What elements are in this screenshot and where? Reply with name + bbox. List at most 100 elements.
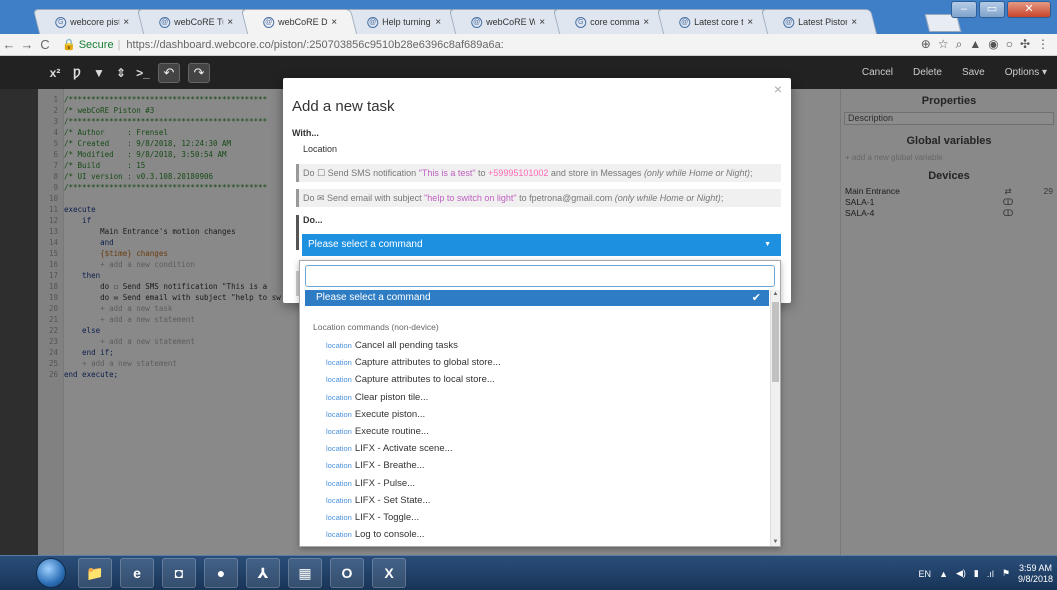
excel-icon[interactable]: X bbox=[372, 558, 406, 588]
scroll-down-icon[interactable]: ▼ bbox=[771, 539, 780, 545]
undo-button[interactable]: ↶ bbox=[158, 62, 180, 83]
command-option[interactable]: location Execute routine... bbox=[326, 423, 766, 440]
cancel-button[interactable]: Cancel bbox=[852, 67, 903, 78]
window-app-icon[interactable]: ▦ bbox=[288, 558, 322, 588]
tab-close-icon[interactable]: × bbox=[539, 17, 545, 28]
option-label: LIFX - Activate scene... bbox=[354, 443, 453, 455]
office-icon[interactable]: ◘ bbox=[162, 558, 196, 588]
command-option[interactable]: location LIFX - Activate scene... bbox=[326, 440, 766, 457]
forward-arrow-icon[interactable]: → bbox=[18, 37, 36, 52]
command-option[interactable]: location Cancel all pending tasks bbox=[326, 337, 766, 354]
location-icon[interactable]: ⊕ bbox=[921, 37, 931, 52]
tab-close-icon[interactable]: × bbox=[123, 17, 129, 28]
signal-icon[interactable]: .ıl bbox=[987, 569, 994, 579]
acrobat-icon[interactable]: ⅄ bbox=[246, 558, 280, 588]
console-button[interactable]: >_ bbox=[136, 66, 150, 80]
tab-strip: Gwebcore piston temp×@webCoRE Tutorial H… bbox=[32, 9, 878, 34]
filter-button[interactable]: ▼ bbox=[92, 66, 106, 80]
command-option[interactable]: location Capture attributes to local stor… bbox=[326, 371, 766, 388]
tab-close-icon[interactable]: × bbox=[851, 17, 857, 28]
location-tag: location bbox=[326, 375, 352, 385]
command-option[interactable]: location Log to console... bbox=[326, 526, 766, 543]
back-arrow-icon[interactable]: ← bbox=[0, 37, 18, 52]
outlook-icon[interactable]: O bbox=[330, 558, 364, 588]
options-button[interactable]: Options ▾ bbox=[995, 67, 1057, 78]
modal-title: Add a new task bbox=[292, 98, 395, 115]
dropdown-scrollbar[interactable]: ▲ ▼ bbox=[770, 290, 780, 546]
extension-ring-icon[interactable]: ○ bbox=[1006, 37, 1013, 52]
browser-tab[interactable]: @ webCoRE Dashboard × bbox=[240, 9, 358, 34]
scroll-up-icon[interactable]: ▲ bbox=[771, 291, 780, 297]
tab-close-icon[interactable]: × bbox=[331, 17, 337, 28]
location-tag: location bbox=[326, 478, 352, 488]
extension-puzzle-icon[interactable]: ✣ bbox=[1020, 37, 1030, 52]
extension-circle-icon[interactable]: ◉ bbox=[988, 37, 998, 52]
close-window-button[interactable]: ✕ bbox=[1007, 1, 1051, 18]
command-option[interactable]: location LIFX - Breathe... bbox=[326, 457, 766, 474]
chrome-icon[interactable]: ● bbox=[204, 558, 238, 588]
clock[interactable]: 3:59 AM 9/8/2018 bbox=[1018, 563, 1053, 585]
battery-icon[interactable]: ▮ bbox=[974, 568, 979, 579]
command-option[interactable]: location LIFX - Set State... bbox=[326, 492, 766, 509]
location-tag: location bbox=[326, 392, 352, 402]
tab-close-icon[interactable]: × bbox=[747, 17, 753, 28]
location-tag: location bbox=[326, 409, 352, 419]
internet-explorer-icon[interactable]: e bbox=[120, 558, 154, 588]
option-label: Capture attributes to local store... bbox=[354, 374, 495, 386]
option-label: Cancel all pending tasks bbox=[354, 340, 458, 351]
maximize-button[interactable]: ▭ bbox=[979, 1, 1005, 18]
command-option[interactable]: location LIFX - Toggle... bbox=[326, 509, 766, 526]
checkmark-icon: ✔ bbox=[751, 292, 761, 304]
browser-tab[interactable]: Gcore commands × bbox=[552, 9, 670, 34]
language-indicator[interactable]: EN bbox=[919, 569, 932, 579]
option-label: Execute piston... bbox=[354, 408, 426, 420]
location-tag: location bbox=[326, 444, 352, 454]
toolbar-left: x² Ƿ ▼ ⇕ >_ ↶ ↷ bbox=[48, 62, 210, 83]
command-option[interactable]: location Clear piston tile... bbox=[326, 389, 766, 406]
redo-button[interactable]: ↷ bbox=[188, 62, 210, 83]
save-button[interactable]: Save bbox=[952, 67, 995, 78]
extension-search-icon[interactable]: ⌕ bbox=[956, 37, 963, 52]
start-button[interactable] bbox=[36, 558, 66, 588]
command-select[interactable]: Please select a command ▼ bbox=[302, 234, 781, 256]
location-tag: location bbox=[326, 358, 352, 368]
command-option[interactable]: location Execute piston... bbox=[326, 406, 766, 423]
browser-tab[interactable]: @ Latest core topics × bbox=[656, 9, 774, 34]
browser-tab[interactable]: @Latest Piston: Design× bbox=[760, 9, 878, 34]
url-field[interactable]: 🔒 Secure | https://dashboard.webcore.co/… bbox=[62, 38, 504, 52]
browser-tab[interactable]: Gwebcore piston temp× bbox=[32, 9, 150, 34]
explorer-icon[interactable]: 📁 bbox=[78, 558, 112, 588]
context-task-sms: Do ☐ Send SMS notification "This is a te… bbox=[296, 164, 781, 182]
tray-arrow-icon[interactable]: ▲ bbox=[939, 569, 948, 579]
superscript-button[interactable]: x² bbox=[48, 66, 62, 80]
minimize-button[interactable]: – bbox=[951, 1, 977, 18]
browser-tab[interactable]: @Help turning lights on × bbox=[344, 9, 462, 34]
scrollbar-thumb[interactable] bbox=[772, 302, 779, 382]
command-option[interactable]: location LIFX - Pulse... bbox=[326, 475, 766, 492]
command-search-input[interactable] bbox=[305, 265, 775, 287]
option-label: LIFX - Breathe... bbox=[354, 460, 425, 472]
wynn-button[interactable]: Ƿ bbox=[70, 66, 84, 80]
context-task-email: Do ✉ Send email with subject "help to sw… bbox=[296, 189, 781, 207]
extension-new-icon[interactable]: ▲ bbox=[969, 37, 981, 52]
tab-close-icon[interactable]: × bbox=[643, 17, 649, 28]
command-option[interactable]: location Capture attributes to global sto… bbox=[326, 354, 766, 371]
tab-favicon-icon: @ bbox=[367, 16, 379, 28]
bookmark-star-icon[interactable]: ☆ bbox=[938, 37, 949, 52]
tab-close-icon[interactable]: × bbox=[435, 17, 441, 28]
dropdown-selected-option[interactable]: Please select a command ✔ bbox=[305, 290, 769, 306]
browser-tab[interactable]: @webCoRE Tutorial Hub× bbox=[136, 9, 254, 34]
reload-icon[interactable]: C bbox=[36, 37, 54, 52]
flag-icon[interactable]: ⚑ bbox=[1002, 568, 1010, 579]
sort-button[interactable]: ⇕ bbox=[114, 66, 128, 80]
option-label: LIFX - Pulse... bbox=[354, 477, 416, 489]
tab-close-icon[interactable]: × bbox=[227, 17, 233, 28]
browser-menu-icon[interactable]: ⋮ bbox=[1037, 37, 1049, 52]
browser-tab[interactable]: @webCoRE Wiki - Web× bbox=[448, 9, 566, 34]
tab-favicon-icon: @ bbox=[263, 16, 275, 28]
delete-button[interactable]: Delete bbox=[903, 67, 952, 78]
system-tray: EN ▲ ◀) ▮ .ıl ⚑ 3:59 AM 9/8/2018 bbox=[919, 556, 1053, 590]
volume-icon[interactable]: ◀) bbox=[956, 568, 966, 579]
tab-favicon-icon: @ bbox=[159, 16, 171, 28]
close-icon[interactable]: × bbox=[774, 81, 782, 97]
